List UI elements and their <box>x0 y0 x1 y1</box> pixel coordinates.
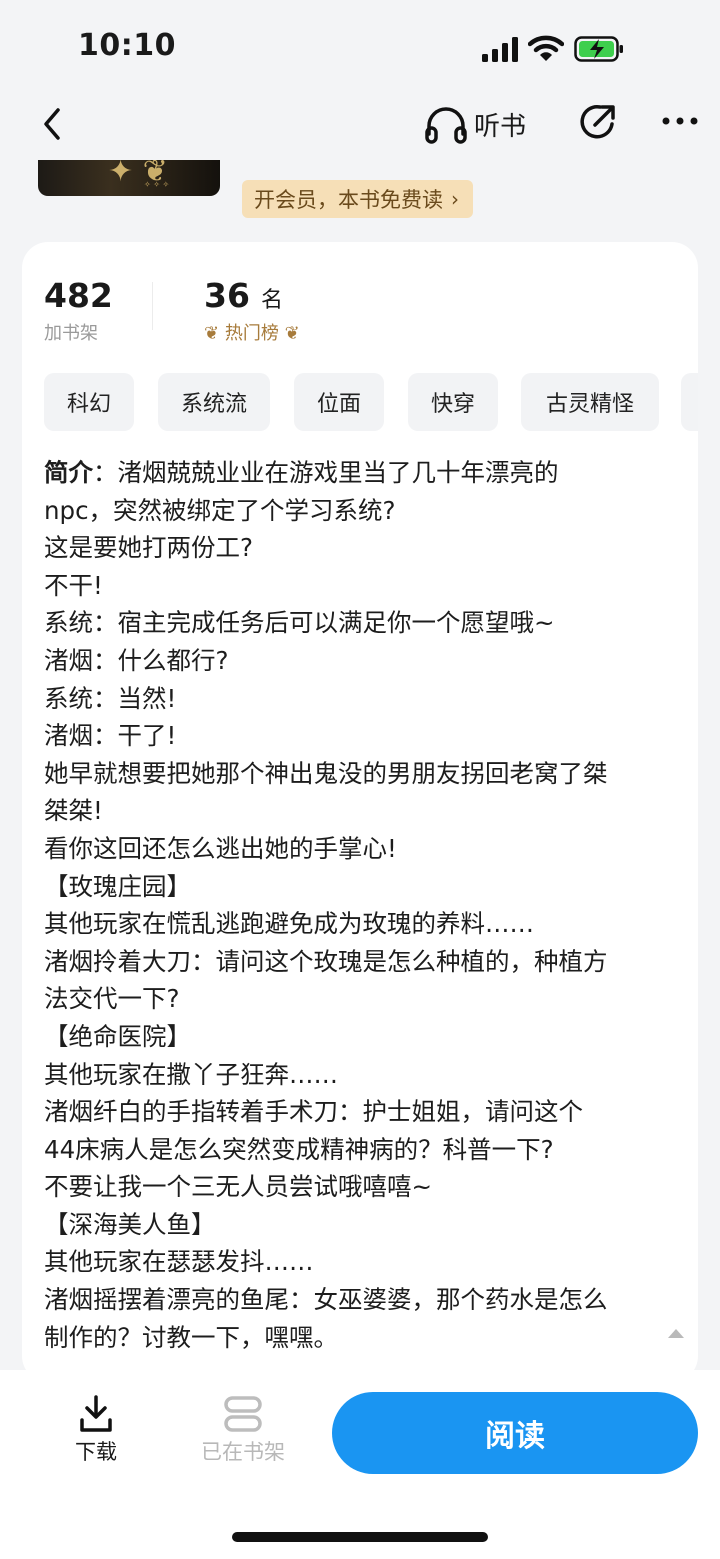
download-icon <box>80 1395 112 1432</box>
signal-icon <box>482 37 518 62</box>
synopsis-line: 法交代一下? <box>44 984 180 1014</box>
vip-free-read-button[interactable]: 开会员，本书免费读 › <box>242 180 473 218</box>
synopsis-line: 渚烟：什么都行? <box>44 645 229 675</box>
synopsis-line: 渚烟拎着大刀：请问这个玫瑰是怎么种植的，种植方 <box>44 946 608 976</box>
synopsis-line: 【深海美人鱼】 <box>44 1209 216 1239</box>
home-indicator <box>232 1532 488 1542</box>
shelf-count: 482 <box>44 276 113 315</box>
rank-label-text: 热门榜 <box>224 323 279 344</box>
rank-stat[interactable]: 36 名 ❦ 热门榜 ❦ <box>204 276 300 345</box>
bookshelf-icon <box>224 1396 262 1432</box>
synopsis-line: 简介：渚烟兢兢业业在游戏里当了几十年漂亮的 <box>44 454 684 492</box>
tag-chip[interactable]: 位面 <box>294 373 384 431</box>
synopsis-line: 这是要她打两份工? <box>44 533 254 563</box>
download-button[interactable]: 下载 <box>68 1394 124 1466</box>
hot-rank-label: ❦ 热门榜 ❦ <box>204 319 300 345</box>
read-button[interactable]: 阅读 <box>332 1392 698 1474</box>
synopsis-label: 简介 <box>44 458 93 487</box>
download-label: 下载 <box>75 1440 117 1464</box>
synopsis-line: npc，突然被绑定了个学习系统? <box>44 495 396 525</box>
status-bar: 10:10 <box>0 0 720 96</box>
synopsis-line: 制作的？讨教一下，嘿嘿。 <box>44 1322 338 1352</box>
vip-label: 开会员，本书免费读 <box>254 188 443 212</box>
synopsis-line: 【绝命医院】 <box>44 1021 191 1051</box>
tag-list: 科幻 系统流 位面 快穿 古灵精怪 <box>44 373 698 431</box>
status-time: 10:10 <box>78 28 176 63</box>
more-options-icon[interactable] <box>660 114 700 128</box>
listen-button[interactable]: 听书 <box>424 102 526 146</box>
back-chevron-icon[interactable] <box>38 104 66 144</box>
headphones-icon <box>425 107 467 144</box>
synopsis-line: 不要让我一个三无人员尝试哦嘻嘻~ <box>44 1172 433 1202</box>
synopsis: 简介：渚烟兢兢业业在游戏里当了几十年漂亮的 npc，突然被绑定了个学习系统? 这是… <box>44 454 684 1356</box>
chevron-right-icon: › <box>451 187 459 211</box>
shelf-count-label: 加书架 <box>44 323 98 344</box>
bottom-action-bar: 下载 已在书架 阅读 <box>0 1370 720 1559</box>
synopsis-line: 桀桀! <box>44 796 103 826</box>
shelf-stat: 482 加书架 <box>44 276 113 345</box>
rank-unit: 名 <box>261 288 284 313</box>
synopsis-line: 渚烟纤白的手指转着手术刀：护士姐姐，请问这个 <box>44 1097 583 1127</box>
synopsis-line: 【玫瑰庄园】 <box>44 871 191 901</box>
tag-chip[interactable]: 快穿 <box>408 373 498 431</box>
synopsis-line: 渚烟摇摆着漂亮的鱼尾：女巫婆婆，那个药水是怎么 <box>44 1285 608 1315</box>
cover-ornament: ✧ ✧ ✧ <box>144 180 170 189</box>
listen-label: 听书 <box>474 111 527 142</box>
synopsis-line: 看你这回还怎么逃出她的手掌心! <box>44 833 397 863</box>
synopsis-line: 其他玩家在瑟瑟发抖…… <box>44 1247 314 1277</box>
book-info-card: 482 加书架 36 名 ❦ 热门榜 ❦ 科幻 系统流 位面 快穿 古灵精怪 简… <box>22 242 698 1382</box>
laurel-right-icon: ❦ <box>284 323 300 344</box>
tag-chip-partial[interactable] <box>681 373 698 431</box>
battery-charging-icon <box>574 36 623 62</box>
synopsis-line: 系统：当然! <box>44 683 177 713</box>
rank-number: 36 <box>204 276 250 315</box>
on-shelf-label: 已在书架 <box>201 1440 285 1464</box>
synopsis-line: 44床病人是怎么突然变成精神病的？科普一下? <box>44 1134 554 1164</box>
synopsis-line: 她早就想要把她那个神出鬼没的男朋友拐回老窝了桀 <box>44 758 608 788</box>
tag-chip[interactable]: 古灵精怪 <box>521 373 659 431</box>
book-cover[interactable]: ✦ ❦ ✧ ✧ ✧ <box>38 160 220 196</box>
wifi-icon <box>528 35 564 61</box>
synopsis-line: 不干! <box>44 570 103 600</box>
laurel-left-icon: ❦ <box>204 323 220 344</box>
collapse-up-icon[interactable] <box>668 1328 684 1338</box>
share-icon[interactable] <box>578 102 618 142</box>
synopsis-line: 渚烟：干了! <box>44 721 177 751</box>
synopsis-line: 其他玩家在撒丫子狂奔…… <box>44 1059 338 1089</box>
synopsis-line: 系统：宿主完成任务后可以满足你一个愿望哦~ <box>44 608 555 638</box>
synopsis-line: 其他玩家在慌乱逃跑避免成为玫瑰的养料…… <box>44 909 534 939</box>
stat-divider <box>152 282 153 330</box>
tag-chip[interactable]: 科幻 <box>44 373 134 431</box>
synopsis-first-line: ：渚烟兢兢业业在游戏里当了几十年漂亮的 <box>93 458 559 487</box>
on-shelf-button[interactable]: 已在书架 <box>196 1394 290 1466</box>
nav-bar: 听书 <box>0 96 720 156</box>
tag-chip[interactable]: 系统流 <box>158 373 270 431</box>
